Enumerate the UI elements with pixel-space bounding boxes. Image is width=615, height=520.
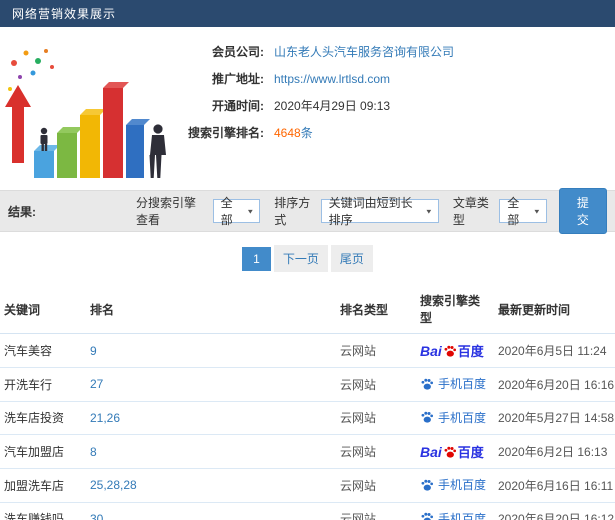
header-rank: 排名: [86, 284, 336, 334]
engine-cell: 手机百度: [416, 401, 494, 435]
ranking-table: 关键词 排名 排名类型 搜索引擎类型 最新更新时间 汽车美容 9 云网站 Bai…: [0, 284, 615, 520]
info-panel: 会员公司: 山东老人头汽车服务咨询有限公司 推广地址: https://www.…: [0, 27, 615, 190]
chevron-down-icon: ▼: [424, 207, 433, 215]
engine-filter-label: 分搜索引擎查看: [136, 196, 197, 227]
app-header: 网络营销效果展示: [0, 0, 615, 27]
member-info: 会员公司: 山东老人头汽车服务咨询有限公司 推广地址: https://www.…: [172, 33, 615, 190]
next-page-link[interactable]: 下一页: [273, 245, 328, 272]
baidu-paw-icon: [443, 344, 457, 358]
info-row-rank-count: 搜索引擎排名: 4648条: [172, 124, 615, 141]
table-row: 汽车美容 9 云网站 Bai 百度 2020年6月5日 11:24: [0, 333, 615, 368]
keyword-cell: 汽车美容: [0, 333, 86, 368]
update-time-cell: 2020年6月2日 16:13: [494, 434, 615, 469]
baidu-paw-icon: [443, 445, 457, 459]
engine-cell: 手机百度: [416, 367, 494, 402]
open-time-value: 2020年4月29日 09:13: [274, 99, 391, 113]
info-row-url: 推广地址: https://www.lrtlsd.com: [172, 70, 615, 87]
sort-filter-label: 排序方式: [274, 196, 311, 227]
result-label: 结果:: [8, 204, 36, 219]
rank-cell: 30: [86, 502, 336, 520]
mobile-baidu-paw-icon: [420, 410, 434, 424]
keyword-cell: 开洗车行: [0, 367, 86, 402]
engine-cell: 手机百度: [416, 468, 494, 503]
mobile-baidu-logo: 手机百度: [420, 409, 486, 426]
pagination: 1 下一页 尾页: [0, 232, 615, 284]
marketing-chart-illustration: [0, 33, 172, 189]
rank-type-cell: 云网站: [336, 502, 416, 520]
article-type-value: 全部: [507, 196, 520, 227]
rank-count-label: 搜索引擎排名:: [188, 126, 264, 140]
article-type-select[interactable]: 全部 ▼: [499, 196, 547, 227]
last-page-link[interactable]: 尾页: [330, 245, 373, 272]
header-keyword: 关键词: [0, 284, 86, 334]
company-link[interactable]: 山东老人头汽车服务咨询有限公司: [274, 43, 454, 60]
engine-cell: 手机百度: [416, 502, 494, 520]
keyword-cell: 洗车赚钱吗: [0, 502, 86, 520]
engine-select[interactable]: 全部 ▼: [212, 196, 261, 227]
update-time-cell: 2020年6月20日 16:16: [494, 367, 615, 402]
page-title: 网络营销效果展示: [12, 7, 117, 21]
rank-cell: 8: [86, 434, 336, 469]
rank-cell: 25,28,28: [86, 468, 336, 503]
table-row: 开洗车行 27 云网站 手机百度 2020年6月20日 16:16: [0, 367, 615, 402]
rank-cell: 27: [86, 367, 336, 402]
mobile-baidu-paw-icon: [420, 511, 434, 520]
rank-count-value: 4648条: [274, 126, 313, 140]
baidu-logo: Bai 百度: [420, 342, 484, 360]
open-time-label: 开通时间:: [212, 99, 264, 113]
promo-url-link[interactable]: https://www.lrtlsd.com: [274, 72, 390, 86]
engine-cell: Bai 百度: [416, 333, 494, 368]
header-update-time: 最新更新时间: [494, 284, 615, 334]
rank-type-cell: 云网站: [336, 367, 416, 402]
mobile-baidu-paw-icon: [420, 478, 434, 492]
update-time-cell: 2020年6月16日 16:11: [494, 468, 615, 503]
page-current[interactable]: 1: [242, 246, 271, 271]
rank-type-cell: 云网站: [336, 333, 416, 368]
header-engine-type: 搜索引擎类型: [416, 284, 494, 334]
keyword-cell: 加盟洗车店: [0, 468, 86, 503]
bar-chart-graphic: [5, 49, 166, 178]
submit-button[interactable]: 提交: [558, 188, 607, 234]
mobile-baidu-logo: 手机百度: [420, 375, 486, 392]
engine-select-value: 全部: [220, 196, 233, 227]
info-row-company: 会员公司: 山东老人头汽车服务咨询有限公司: [172, 43, 615, 60]
filter-bar: 结果: 分搜索引擎查看 全部 ▼ 排序方式 关键词由短到长排序 ▼ 文章类型 全…: [0, 188, 615, 234]
rank-cell: 9: [86, 333, 336, 368]
promo-url-label: 推广地址:: [212, 72, 264, 86]
company-label: 会员公司:: [212, 45, 264, 59]
chevron-down-icon: ▼: [532, 207, 541, 215]
table-header-row: 关键词 排名 排名类型 搜索引擎类型 最新更新时间: [0, 284, 615, 334]
mobile-baidu-logo: 手机百度: [420, 476, 486, 493]
table-row: 洗车店投资 21,26 云网站 手机百度 2020年5月27日 14:58: [0, 401, 615, 435]
article-type-label: 文章类型: [452, 196, 489, 227]
update-time-cell: 2020年5月27日 14:58: [494, 401, 615, 435]
header-rank-type: 排名类型: [336, 284, 416, 334]
keyword-cell: 洗车店投资: [0, 401, 86, 435]
table-row: 汽车加盟店 8 云网站 Bai 百度 2020年6月2日 16:13: [0, 434, 615, 469]
rank-cell: 21,26: [86, 401, 336, 435]
info-row-open-time: 开通时间: 2020年4月29日 09:13: [172, 97, 615, 114]
rank-type-cell: 云网站: [336, 468, 416, 503]
keyword-cell: 汽车加盟店: [0, 434, 86, 469]
baidu-logo: Bai 百度: [420, 443, 484, 461]
sort-select-value: 关键词由短到长排序: [328, 196, 413, 227]
sort-select[interactable]: 关键词由短到长排序 ▼: [320, 196, 439, 227]
filter-controls: 分搜索引擎查看 全部 ▼ 排序方式 关键词由短到长排序 ▼ 文章类型 全部 ▼ …: [128, 188, 607, 234]
engine-cell: Bai 百度: [416, 434, 494, 469]
rank-type-cell: 云网站: [336, 434, 416, 469]
table-row: 洗车赚钱吗 30 云网站 手机百度 2020年6月20日 16:12: [0, 502, 615, 520]
table-row: 加盟洗车店 25,28,28 云网站 手机百度 2020年6月16日 16:11: [0, 468, 615, 503]
chevron-down-icon: ▼: [246, 207, 255, 215]
mobile-baidu-logo: 手机百度: [420, 510, 486, 520]
rank-type-cell: 云网站: [336, 401, 416, 435]
mobile-baidu-paw-icon: [420, 377, 434, 391]
update-time-cell: 2020年6月5日 11:24: [494, 333, 615, 368]
update-time-cell: 2020年6月20日 16:12: [494, 502, 615, 520]
